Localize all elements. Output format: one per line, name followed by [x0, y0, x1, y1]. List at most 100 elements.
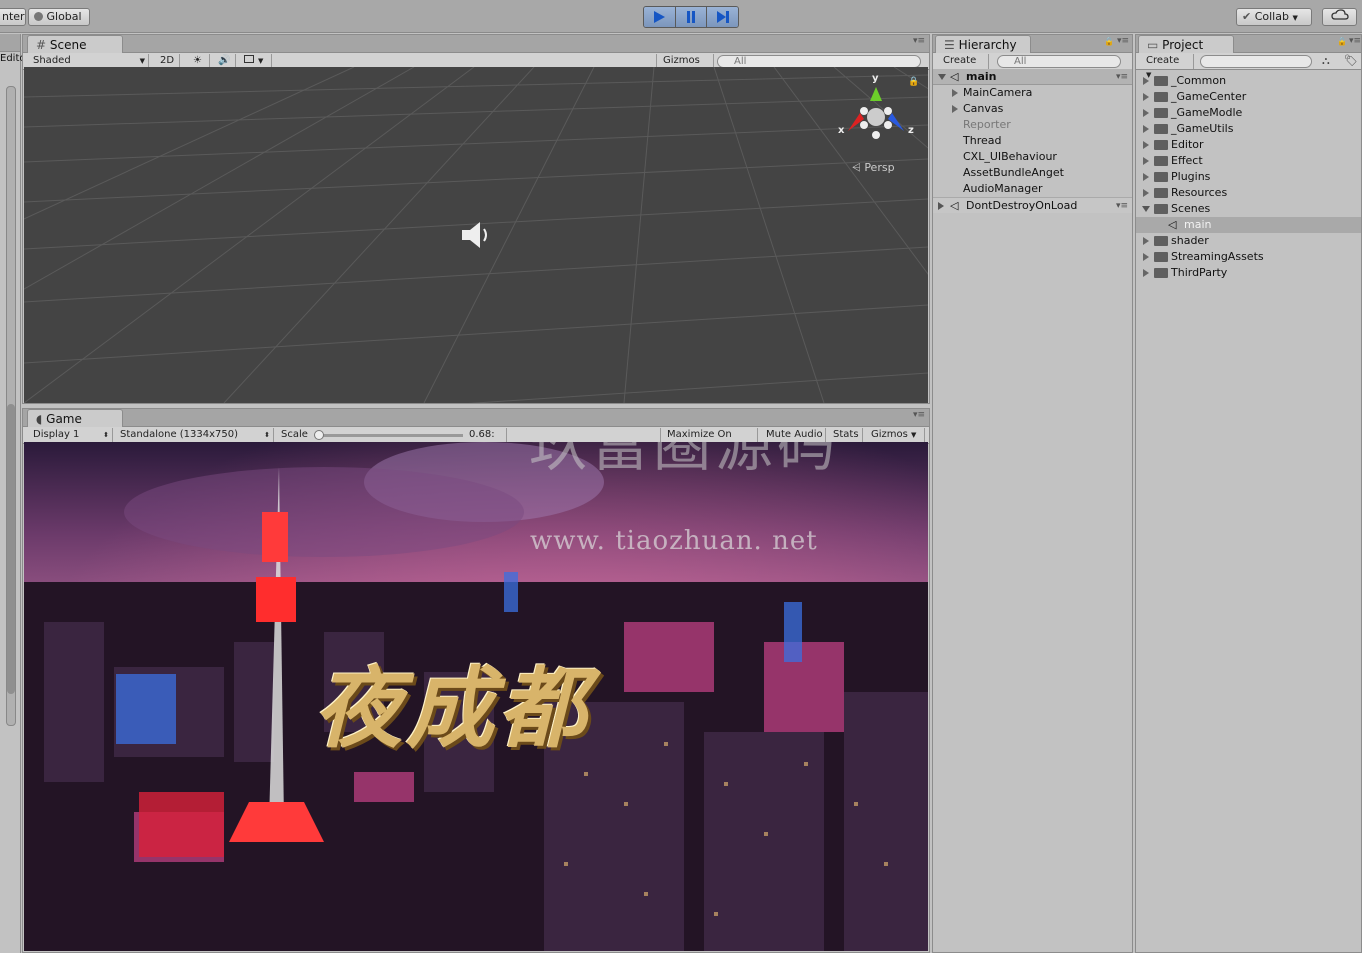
axis-y-label: y [872, 73, 879, 84]
project-tab-label: Project [1162, 38, 1204, 52]
scale-slider-track[interactable] [314, 430, 463, 440]
global-label: Global [46, 10, 82, 23]
lock-icon[interactable]: 🔒 [1337, 37, 1347, 46]
dont-destroy-row[interactable]: ◁ DontDestroyOnLoad ▾≡ [933, 197, 1132, 213]
scene-orientation-gizmo[interactable]: y x z [836, 73, 916, 147]
project-folder-label: Scenes [1171, 202, 1211, 215]
filter-by-label-icon[interactable]: 🏷 [1344, 54, 1358, 67]
display-dropdown[interactable]: Display 1 ⬍ [27, 428, 113, 443]
hierarchy-item[interactable]: Thread [933, 133, 1132, 149]
game-viewport[interactable]: 夜成都 玖富圈源码 www. tiaozhuan. net [24, 442, 928, 951]
expand-arrow-icon[interactable] [1143, 189, 1149, 197]
hierarchy-item-label: Thread [963, 134, 1002, 147]
persp-label[interactable]: ⩤ Persp [852, 161, 895, 175]
hierarchy-item[interactable]: Reporter [933, 117, 1132, 133]
expand-arrow-icon[interactable] [938, 74, 946, 80]
folder-icon [1154, 188, 1168, 198]
mute-audio-toggle[interactable]: Mute Audio [760, 428, 826, 443]
expand-arrow-icon[interactable] [1143, 125, 1149, 133]
scene-viewport[interactable]: y x z 🔒 ⩤ Persp [24, 67, 928, 403]
expand-arrow-icon[interactable] [1143, 77, 1149, 85]
project-folder-item[interactable]: Plugins [1136, 169, 1361, 185]
project-folder-item[interactable]: ◁ main [1136, 217, 1361, 233]
project-folder-item[interactable]: StreamingAssets [1136, 249, 1361, 265]
folder-icon [1154, 204, 1168, 214]
hierarchy-tabbar: ☰ Hierarchy 🔒 ▾≡ [933, 35, 1132, 53]
play-button[interactable] [644, 7, 676, 27]
project-folder-item[interactable]: Editor [1136, 137, 1361, 153]
resolution-dropdown[interactable]: Standalone (1334x750) ⬍ [114, 428, 274, 443]
left-scrollbar-thumb[interactable] [7, 404, 15, 694]
collab-button[interactable]: ✔ Collab ▼ [1236, 8, 1312, 26]
hierarchy-item[interactable]: AssetBundleAnget [933, 165, 1132, 181]
global-toggle[interactable]: Global [28, 8, 90, 26]
expand-arrow-icon[interactable] [1143, 141, 1149, 149]
project-folder-item[interactable]: Scenes [1136, 201, 1361, 217]
hierarchy-create-dropdown[interactable]: Create ▼ [937, 54, 989, 79]
panel-menu-icon[interactable]: ▾≡ [913, 36, 925, 46]
cloud-button[interactable] [1322, 8, 1357, 26]
expand-arrow-icon[interactable] [1142, 206, 1150, 212]
game-gizmos-dropdown[interactable]: Gizmos ▼ [865, 428, 925, 443]
panel-menu-icon[interactable]: ▾≡ [913, 410, 925, 420]
project-folder-item[interactable]: _GameModle [1136, 105, 1361, 121]
stats-label: Stats [833, 429, 859, 440]
tab-project[interactable]: ▭ Project [1138, 35, 1234, 53]
project-create-dropdown[interactable]: Create ▼ [1140, 54, 1194, 79]
project-folder-label: Effect [1171, 154, 1203, 167]
row-menu-icon[interactable]: ▾≡ [1116, 198, 1128, 214]
project-folder-label: _GameCenter [1171, 90, 1247, 103]
project-folder-item[interactable]: ThirdParty [1136, 265, 1361, 281]
project-folder-item[interactable]: _GameUtils [1136, 121, 1361, 137]
step-button[interactable] [707, 7, 738, 27]
project-folder-item[interactable]: Resources [1136, 185, 1361, 201]
folder-icon [1154, 156, 1168, 166]
hierarchy-item[interactable]: Canvas [933, 101, 1132, 117]
pause-button[interactable] [675, 7, 708, 27]
panel-menu-icon[interactable]: ▾≡ [1117, 36, 1129, 46]
expand-arrow-icon[interactable] [1143, 109, 1149, 117]
shading-mode-label: Shaded [33, 55, 71, 66]
expand-arrow-icon[interactable] [1143, 173, 1149, 181]
hierarchy-item[interactable]: MainCamera [933, 85, 1132, 101]
game-tabbar: ◖ Game ▾≡ [23, 409, 929, 427]
expand-arrow-icon[interactable] [1143, 93, 1149, 101]
lock-icon[interactable]: 🔒 [1104, 37, 1114, 46]
expand-arrow-icon[interactable] [1143, 269, 1149, 277]
hierarchy-item[interactable]: AudioManager [933, 181, 1132, 197]
hierarchy-item[interactable]: CXL_UIBehaviour [933, 149, 1132, 165]
project-folder-item[interactable]: Effect [1136, 153, 1361, 169]
tab-game[interactable]: ◖ Game [27, 409, 123, 427]
project-folder-item[interactable]: shader [1136, 233, 1361, 249]
folder-icon [1154, 76, 1168, 86]
expand-arrow-icon[interactable] [952, 89, 958, 97]
project-folder-item[interactable]: _Common [1136, 73, 1361, 89]
panel-menu-icon[interactable]: ▾≡ [1349, 36, 1361, 46]
globe-icon [34, 12, 43, 21]
project-folder-label: Resources [1171, 186, 1228, 199]
folder-icon [1154, 268, 1168, 278]
lock-icon[interactable]: 🔒 [908, 77, 919, 87]
check-icon: ✔ [1242, 10, 1252, 23]
project-search-input[interactable] [1200, 55, 1312, 68]
tab-scene[interactable]: # Scene [27, 35, 123, 53]
tab-hierarchy[interactable]: ☰ Hierarchy [935, 35, 1031, 53]
pivot-toggle[interactable]: nter [0, 8, 26, 26]
expand-arrow-icon[interactable] [1143, 157, 1149, 165]
scale-slider-thumb[interactable] [314, 430, 325, 440]
audio-source-icon[interactable] [460, 220, 494, 250]
expand-arrow-icon[interactable] [1143, 253, 1149, 261]
axis-z-label: z [908, 125, 914, 136]
maximize-on-play-toggle[interactable]: Maximize On Play [660, 428, 758, 454]
row-menu-icon[interactable]: ▾≡ [1116, 69, 1128, 85]
hierarchy-search-input[interactable]: All [997, 55, 1121, 68]
pivot-label: nter [2, 10, 25, 23]
folder-icon [1154, 124, 1168, 134]
expand-arrow-icon[interactable] [1143, 237, 1149, 245]
filter-by-type-icon[interactable]: ⛬ [1322, 54, 1330, 68]
project-folder-item[interactable]: _GameCenter [1136, 89, 1361, 105]
expand-arrow-icon[interactable] [938, 202, 944, 210]
stats-toggle[interactable]: Stats [827, 428, 863, 443]
expand-arrow-icon[interactable] [952, 105, 958, 113]
scene-root-row[interactable]: ◁ main ▾≡ [933, 69, 1132, 85]
